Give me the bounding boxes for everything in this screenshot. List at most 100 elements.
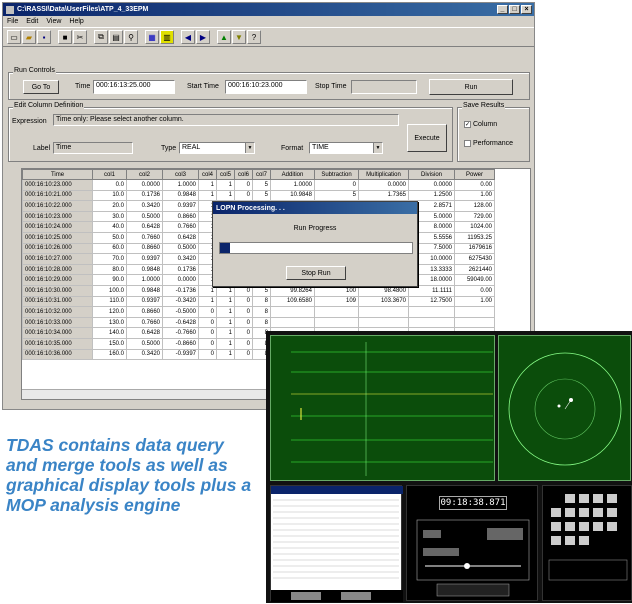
table-row[interactable]: 000:16:10:30.000 100.0 0.9848 -0.1736 1 1 0 5 99…: [22, 284, 495, 297]
table-cell[interactable]: 0: [314, 179, 359, 191]
table-cell[interactable]: 1: [216, 284, 235, 297]
column-header[interactable]: col5: [216, 169, 235, 180]
table-cell[interactable]: 11953.25: [454, 231, 495, 244]
column-header[interactable]: col1: [92, 169, 127, 180]
table-cell[interactable]: 0.5000: [126, 210, 163, 223]
table-cell[interactable]: 0: [234, 179, 253, 191]
table-icon[interactable]: ▥: [160, 30, 174, 44]
paste-icon[interactable]: ▤: [109, 30, 123, 44]
row-time-cell[interactable]: 000:16:10:28.000: [22, 263, 93, 276]
row-time-cell[interactable]: 000:16:10:23.000: [22, 179, 93, 191]
table-cell[interactable]: 1: [216, 316, 235, 329]
table-cell[interactable]: 0.3420: [126, 348, 163, 361]
filter-icon[interactable]: ▲: [217, 30, 231, 44]
table-row[interactable]: 000:16:10:32.000 120.0 0.8660 -0.5000 0 1 0 8: [22, 306, 495, 318]
table-cell[interactable]: -0.8660: [162, 337, 199, 350]
table-cell[interactable]: 0.6428: [162, 231, 199, 244]
cut-icon[interactable]: ✂: [73, 30, 87, 44]
column-header[interactable]: Addition: [270, 169, 315, 180]
column-header[interactable]: col4: [198, 169, 217, 180]
table-cell[interactable]: [270, 316, 315, 329]
table-cell[interactable]: 0.00: [454, 179, 495, 191]
table-cell[interactable]: 0: [234, 284, 253, 297]
table-cell[interactable]: [454, 306, 495, 318]
table-cell[interactable]: 0.7660: [162, 221, 199, 233]
table-cell[interactable]: 0.0000: [358, 179, 409, 191]
performance-checkbox[interactable]: Performance: [464, 140, 513, 147]
column-header[interactable]: Power: [454, 169, 495, 180]
table-cell[interactable]: 5: [252, 189, 271, 202]
table-cell[interactable]: 5: [252, 284, 271, 297]
row-time-cell[interactable]: 000:16:10:30.000: [22, 284, 93, 297]
menu-view[interactable]: View: [46, 18, 61, 25]
find-icon[interactable]: ⚲: [124, 30, 138, 44]
menu-file[interactable]: File: [7, 18, 18, 25]
column-header[interactable]: Subtraction: [314, 169, 359, 180]
column-header[interactable]: col6: [234, 169, 253, 180]
table-cell[interactable]: 90.0: [92, 274, 127, 286]
label-field[interactable]: Time: [53, 142, 133, 154]
table-cell[interactable]: 1: [216, 306, 235, 318]
table-cell[interactable]: 30.0: [92, 210, 127, 223]
table-cell[interactable]: 100.0: [92, 284, 127, 297]
table-row[interactable]: 000:16:10:31.000 110.0 0.9397 -0.3420 1 1 0 8 10…: [22, 295, 495, 308]
new-icon[interactable]: ▭: [7, 30, 21, 44]
table-cell[interactable]: 0.9848: [126, 284, 163, 297]
table-cell[interactable]: 0.3420: [126, 200, 163, 212]
stop-time-field[interactable]: [351, 80, 417, 94]
table-cell[interactable]: [270, 306, 315, 318]
table-cell[interactable]: 0.6428: [126, 221, 163, 233]
table-cell[interactable]: 0: [198, 306, 217, 318]
table-cell[interactable]: 130.0: [92, 316, 127, 329]
table-cell[interactable]: 0: [234, 327, 253, 339]
row-time-cell[interactable]: 000:16:10:33.000: [22, 316, 93, 329]
table-cell[interactable]: 1.0000: [270, 179, 315, 191]
table-cell[interactable]: 0.0000: [126, 179, 163, 191]
table-cell[interactable]: 0.8660: [126, 306, 163, 318]
table-cell[interactable]: 0.9397: [126, 295, 163, 308]
table-cell[interactable]: 109.6580: [270, 295, 315, 308]
table-cell[interactable]: 1: [216, 295, 235, 308]
table-cell[interactable]: 0.7660: [126, 316, 163, 329]
table-cell[interactable]: 8: [252, 306, 271, 318]
column-header[interactable]: Multiplication: [358, 169, 409, 180]
start-time-field[interactable]: 000:16:10:23.000: [225, 80, 307, 94]
row-time-cell[interactable]: 000:16:10:35.000: [22, 337, 93, 350]
table-cell[interactable]: 729.00: [454, 210, 495, 223]
table-cell[interactable]: -0.3420: [162, 295, 199, 308]
run-button[interactable]: Run: [429, 79, 513, 95]
table-cell[interactable]: 1: [216, 189, 235, 202]
table-cell[interactable]: 0: [234, 306, 253, 318]
table-cell[interactable]: 1: [216, 179, 235, 191]
chart-icon[interactable]: ▦: [145, 30, 159, 44]
table-cell[interactable]: 0.6428: [126, 327, 163, 339]
column-header[interactable]: Division: [408, 169, 455, 180]
table-cell[interactable]: 0.9397: [162, 200, 199, 212]
goto-button[interactable]: Go To: [23, 80, 59, 94]
table-cell[interactable]: 150.0: [92, 337, 127, 350]
table-cell[interactable]: -0.7660: [162, 327, 199, 339]
table-cell[interactable]: 1.2500: [408, 189, 455, 202]
table-cell[interactable]: 109: [314, 295, 359, 308]
minimize-button[interactable]: _: [497, 5, 508, 14]
table-cell[interactable]: [408, 306, 455, 318]
table-cell[interactable]: 120.0: [92, 306, 127, 318]
table-cell[interactable]: -0.9397: [162, 348, 199, 361]
table-cell[interactable]: 2621440: [454, 263, 495, 276]
row-time-cell[interactable]: 000:16:10:34.000: [22, 327, 93, 339]
table-cell[interactable]: 0.8660: [126, 242, 163, 255]
row-time-cell[interactable]: 000:16:10:36.000: [22, 348, 93, 361]
table-cell[interactable]: 1.00: [454, 189, 495, 202]
table-cell[interactable]: 140.0: [92, 327, 127, 339]
row-time-cell[interactable]: 000:16:10:32.000: [22, 306, 93, 318]
next-icon[interactable]: ▶: [196, 30, 210, 44]
save-icon[interactable]: ▪: [37, 30, 51, 44]
table-cell[interactable]: 60.0: [92, 242, 127, 255]
table-cell[interactable]: 1024.00: [454, 221, 495, 233]
close-button[interactable]: ×: [521, 5, 532, 14]
time-field[interactable]: 000:16:13:25.000: [93, 80, 175, 94]
format-select[interactable]: TIME ▼: [309, 142, 383, 154]
type-select[interactable]: REAL ▼: [179, 142, 255, 154]
table-cell[interactable]: 0: [198, 316, 217, 329]
prev-icon[interactable]: ◀: [181, 30, 195, 44]
